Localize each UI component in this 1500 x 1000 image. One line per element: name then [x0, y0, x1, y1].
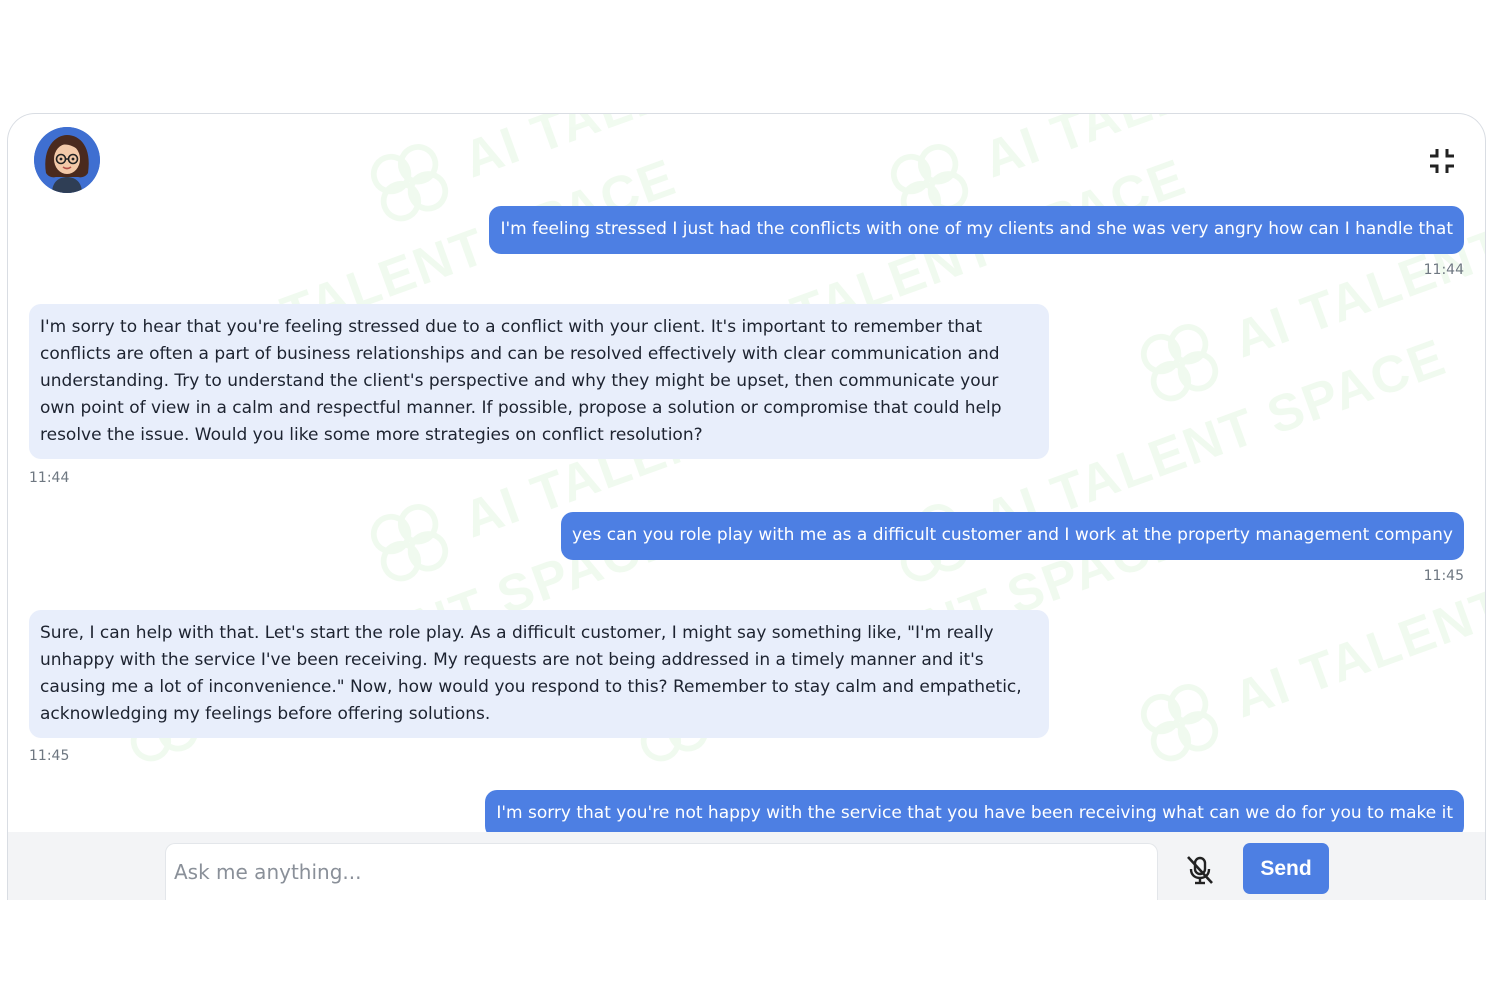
message-line: Sure, I can help with that. Let's start … — [40, 623, 994, 643]
send-button[interactable]: Send — [1243, 843, 1329, 894]
message-timestamp: 11:44 — [1423, 262, 1464, 278]
message-timestamp: 11:45 — [29, 748, 70, 764]
assistant-message: Sure, I can help with that. Let's start … — [29, 610, 1049, 738]
message-line: causing me a lot of inconvenience." Now,… — [40, 677, 1022, 697]
user-message-bubble: yes can you role play with me as a diffi… — [560, 512, 1464, 560]
assistant-message-bubble: I'm sorry to hear that you're feeling st… — [29, 304, 1049, 459]
exit-fullscreen-button[interactable] — [1425, 144, 1459, 178]
microphone-muted-icon — [1187, 856, 1213, 885]
user-message-bubble: I'm sorry that you're not happy with the… — [485, 790, 1464, 832]
user-message: yes can you role play with me as a diffi… — [560, 512, 1464, 560]
message-timestamp: 11:44 — [29, 470, 70, 486]
assistant-avatar — [34, 127, 100, 193]
message-line: unhappy with the service I've been recei… — [40, 650, 984, 670]
message-line: understanding. Try to understand the cli… — [40, 371, 999, 391]
message-line: I'm sorry to hear that you're feeling st… — [40, 317, 983, 337]
user-message: I'm feeling stressed I just had the conf… — [489, 206, 1464, 254]
assistant-message: I'm sorry to hear that you're feeling st… — [29, 304, 1049, 459]
user-message: I'm sorry that you're not happy with the… — [485, 790, 1464, 832]
message-line: conflicts are often a part of business r… — [40, 344, 1000, 364]
message-line: own point of view in a calm and respectf… — [40, 398, 1002, 418]
user-message-bubble: I'm feeling stressed I just had the conf… — [489, 206, 1464, 254]
message-input[interactable] — [165, 843, 1158, 900]
composer-bar: Send — [8, 832, 1485, 900]
chat-window: AI TALENT SPACE AI TALENT SPACE AI TALEN… — [7, 113, 1486, 900]
assistant-avatar-icon — [34, 127, 100, 193]
message-line: resolve the issue. Would you like some m… — [40, 425, 703, 445]
assistant-message-bubble: Sure, I can help with that. Let's start … — [29, 610, 1049, 738]
message-timestamp: 11:45 — [1423, 568, 1464, 584]
collapse-fullscreen-icon — [1430, 149, 1454, 173]
message-line: acknowledging my feelings before offerin… — [40, 704, 491, 724]
message-list[interactable]: I'm feeling stressed I just had the conf… — [8, 206, 1485, 832]
microphone-toggle-button[interactable] — [1182, 852, 1218, 888]
